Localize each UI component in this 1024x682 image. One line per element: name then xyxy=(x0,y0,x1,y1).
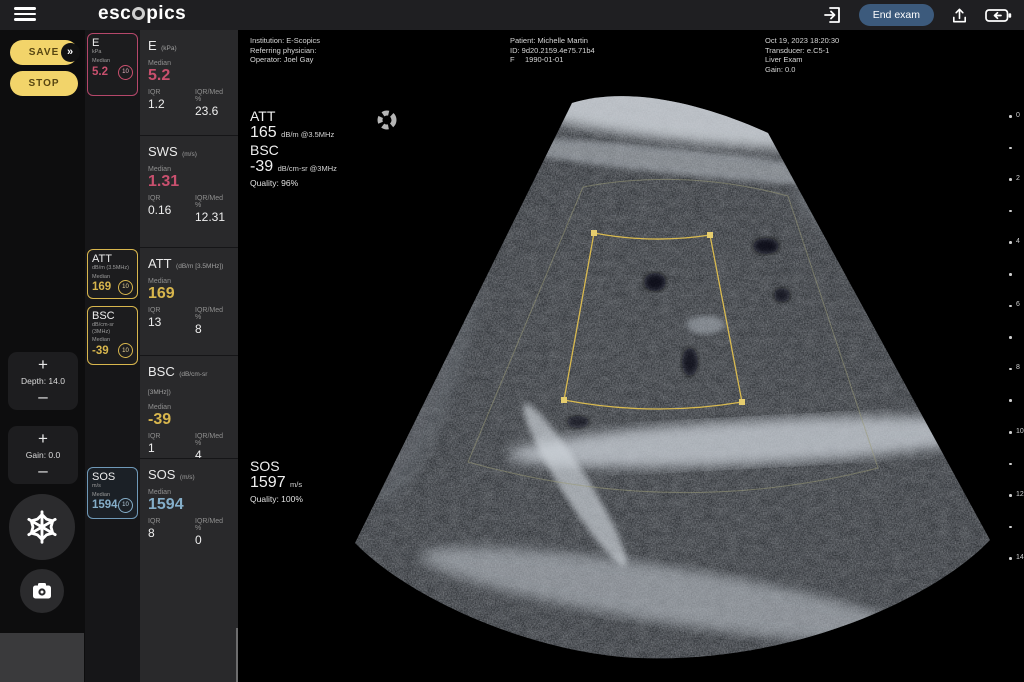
median-value: 169 xyxy=(92,281,111,293)
ruler-label: 6 xyxy=(1016,301,1020,308)
ruler-dot xyxy=(1009,305,1012,308)
att-bsc-quality: Quality: 96% xyxy=(250,178,337,188)
spinner-icon xyxy=(376,109,398,131)
ruler-dot xyxy=(1009,115,1012,118)
app-logo: escpics xyxy=(98,3,186,25)
battery-icon xyxy=(985,8,1012,23)
scrollbar[interactable] xyxy=(236,628,238,682)
minicard-bsc[interactable]: BSC dB/cm-sr (3MHz) Median -39 10 xyxy=(87,306,138,365)
depth-value-label: Depth: 14.0 xyxy=(8,376,78,386)
depth-stepper: + Depth: 14.0 – xyxy=(8,352,78,410)
ruler-label: 4 xyxy=(1016,238,1020,245)
count-badge: 10 xyxy=(118,65,133,80)
ruler-dot xyxy=(1009,178,1012,181)
minicard-elasticity[interactable]: E kPa Median 5.2 10 xyxy=(87,33,138,96)
median-value: 5.2 xyxy=(148,67,230,85)
camera-button[interactable] xyxy=(20,569,64,613)
minicard-column: E kPa Median 5.2 10 ATT dB/m (3.5MHz) Me… xyxy=(85,30,140,682)
ruler-dot xyxy=(1009,526,1012,529)
exam-info: Oct 19, 2023 18:20:30 Transducer: e.C5-1… xyxy=(765,36,839,74)
ruler-dot xyxy=(1009,494,1012,497)
att-bsc-measurement: ATT 165 dB/m @3.5MHz BSC -39 dB/cm-sr @3… xyxy=(250,108,337,188)
ruler-label: 8 xyxy=(1016,364,1020,371)
ruler-dot xyxy=(1009,210,1012,213)
median-value: 5.2 xyxy=(92,66,108,78)
ruler-dot xyxy=(1009,241,1012,244)
minicard-sos[interactable]: SOS m/s Median 1594 10 xyxy=(87,467,138,519)
logout-icon[interactable] xyxy=(823,5,843,25)
save-button[interactable]: SAVE » xyxy=(10,40,78,65)
ruler-label: 0 xyxy=(1016,112,1020,119)
att-value: 165 xyxy=(250,124,277,141)
hamburger-menu-icon[interactable] xyxy=(14,7,36,23)
minicard-att[interactable]: ATT dB/m (3.5MHz) Median 169 10 xyxy=(87,249,138,299)
panel-elasticity: E (kPa) Median 5.2 IQR1.2 IQR/Med %23.6 xyxy=(140,30,238,135)
roi-handle[interactable] xyxy=(707,232,713,238)
ruler-label: 10 xyxy=(1016,428,1024,435)
ruler-dot xyxy=(1009,273,1012,276)
stop-button[interactable]: STOP xyxy=(10,71,78,96)
ruler-dot xyxy=(1009,557,1012,560)
ruler-dot xyxy=(1009,147,1012,150)
app-window: escpics End exam xyxy=(0,0,1024,682)
ruler-dot xyxy=(1009,431,1012,434)
median-value: 1594 xyxy=(92,499,118,511)
count-badge: 10 xyxy=(118,280,133,295)
ruler-label: 2 xyxy=(1016,175,1020,182)
control-sidebar: SAVE » STOP + Depth: 14.0 – + Gain: 0.0 … xyxy=(0,30,85,682)
depth-decrease-button[interactable]: – xyxy=(8,388,78,406)
ruler-label: 12 xyxy=(1016,491,1024,498)
panel-sws: SWS (m/s) Median 1.31 IQR0.16 IQR/Med %1… xyxy=(140,135,238,247)
roi-handle[interactable] xyxy=(561,397,567,403)
ruler-dot xyxy=(1009,336,1012,339)
depth-increase-button[interactable]: + xyxy=(8,356,78,374)
top-bar: escpics End exam xyxy=(0,0,1024,30)
ruler-dot xyxy=(1009,463,1012,466)
gain-decrease-button[interactable]: – xyxy=(8,462,78,480)
logo-ring-icon xyxy=(132,7,145,20)
bsc-value: -39 xyxy=(250,158,273,175)
panel-att: ATT (dB/m [3.5MHz]) Median 169 IQR13 IQR… xyxy=(140,247,238,355)
save-more-icon[interactable]: » xyxy=(61,43,80,62)
sos-quality: Quality: 100% xyxy=(250,494,303,504)
ultrasound-view[interactable]: Institution: E-Scopics Referring physici… xyxy=(238,30,1024,682)
ruler-dot xyxy=(1009,399,1012,402)
freeze-button[interactable] xyxy=(9,494,75,560)
patient-info: Patient: Michelle Martin ID: 9d20.2159.4… xyxy=(510,36,595,65)
count-badge: 10 xyxy=(118,343,133,358)
roi-handle[interactable] xyxy=(739,399,745,405)
sidebar-footer-panel xyxy=(0,633,84,682)
upload-icon[interactable] xyxy=(950,6,969,25)
ruler-dot xyxy=(1009,368,1012,371)
median-value: 169 xyxy=(148,285,230,303)
sos-value: 1597 xyxy=(250,474,286,491)
gain-value-label: Gain: 0.0 xyxy=(8,450,78,460)
panel-bsc: BSC (dB/cm-sr [3MHz]) Median -39 IQR1 IQ… xyxy=(140,355,238,458)
results-column: E (kPa) Median 5.2 IQR1.2 IQR/Med %23.6 … xyxy=(140,30,238,682)
end-exam-button[interactable]: End exam xyxy=(859,4,934,26)
panel-sos: SOS (m/s) Median 1594 IQR8 IQR/Med %0 xyxy=(140,458,238,568)
sos-measurement: SOS 1597 m/s Quality: 100% xyxy=(250,458,303,504)
median-value: -39 xyxy=(148,411,230,429)
median-value: 1594 xyxy=(148,496,230,514)
gain-stepper: + Gain: 0.0 – xyxy=(8,426,78,484)
median-value: -39 xyxy=(92,345,109,357)
camera-icon xyxy=(31,582,53,600)
institution-info: Institution: E-Scopics Referring physici… xyxy=(250,36,320,65)
ruler-label: 14 xyxy=(1016,554,1024,561)
count-badge: 10 xyxy=(118,498,133,513)
roi-handle[interactable] xyxy=(591,230,597,236)
gain-increase-button[interactable]: + xyxy=(8,430,78,448)
ultrasound-fan-image xyxy=(238,30,1024,682)
median-value: 1.31 xyxy=(148,173,230,191)
snowflake-icon xyxy=(23,508,61,546)
